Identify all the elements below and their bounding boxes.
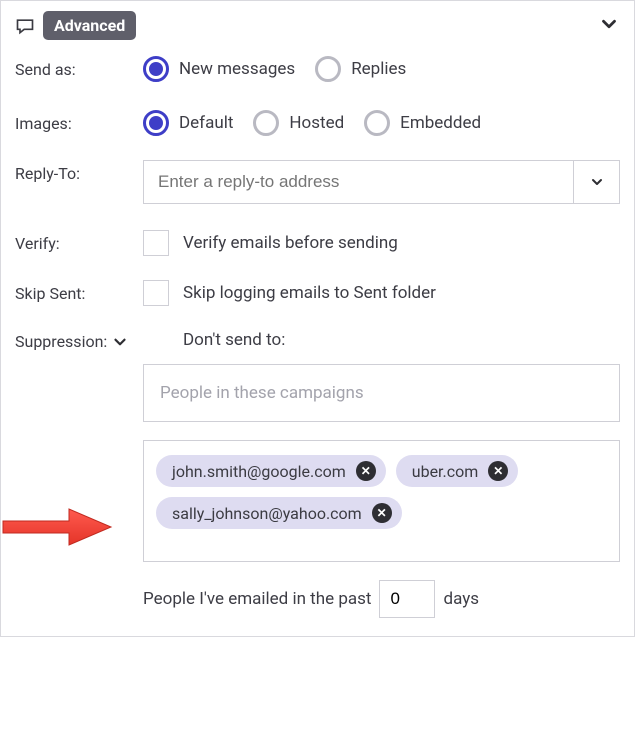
verify-checkbox[interactable] — [143, 230, 169, 256]
annotation-arrow — [0, 503, 115, 555]
radio-label: Default — [179, 113, 233, 133]
images-option-1[interactable]: Hosted — [253, 110, 344, 136]
reply-to-input[interactable] — [143, 160, 574, 204]
send-as-option-1[interactable]: Replies — [315, 56, 406, 82]
radio-label: New messages — [179, 59, 295, 79]
panel-title-badge: Advanced — [43, 11, 136, 40]
reply-to-label: Reply-To: — [15, 160, 143, 183]
suppression-label: Suppression: — [15, 330, 143, 351]
radio-icon — [143, 56, 169, 82]
skip-sent-checkbox[interactable] — [143, 280, 169, 306]
panel-header: Advanced — [15, 11, 620, 40]
suppression-campaigns-placeholder: People in these campaigns — [160, 383, 364, 403]
suppression-days-suffix: days — [443, 589, 479, 609]
send-as-option-0[interactable]: New messages — [143, 56, 295, 82]
radio-icon — [364, 110, 390, 136]
suppression-campaigns-input[interactable]: People in these campaigns — [143, 364, 620, 422]
suppression-intro: Don't send to: — [183, 330, 620, 350]
chip-text: john.smith@google.com — [172, 462, 346, 481]
suppression-chip: sally_johnson@yahoo.com ✕ — [156, 497, 402, 529]
suppression-days-prefix: People I've emailed in the past — [143, 589, 371, 609]
suppression-chip: uber.com ✕ — [396, 455, 519, 487]
images-option-2[interactable]: Embedded — [364, 110, 481, 136]
radio-label: Replies — [351, 59, 406, 79]
suppression-chip: john.smith@google.com ✕ — [156, 455, 386, 487]
chip-text: uber.com — [412, 462, 479, 481]
suppression-emails-input[interactable]: john.smith@google.com✕uber.com✕sally_joh… — [143, 440, 620, 562]
suppression-expand-icon[interactable] — [111, 333, 129, 351]
verify-text: Verify emails before sending — [183, 233, 398, 253]
send-as-radio-group: New messages Replies — [143, 56, 620, 82]
chip-text: sally_johnson@yahoo.com — [172, 504, 362, 523]
images-radio-group: Default Hosted Embedded — [143, 110, 620, 136]
radio-label: Embedded — [400, 113, 481, 133]
chip-remove-icon[interactable]: ✕ — [356, 461, 376, 481]
collapse-toggle[interactable] — [598, 13, 620, 39]
images-option-0[interactable]: Default — [143, 110, 233, 136]
radio-icon — [315, 56, 341, 82]
skip-sent-label: Skip Sent: — [15, 280, 143, 303]
suppression-days-input[interactable] — [379, 580, 435, 618]
reply-to-dropdown-toggle[interactable] — [574, 160, 620, 204]
skip-sent-text: Skip logging emails to Sent folder — [183, 283, 436, 303]
radio-label: Hosted — [289, 113, 344, 133]
advanced-panel: Advanced Send as: New messages Replies Im… — [0, 0, 635, 637]
images-label: Images: — [15, 110, 143, 133]
verify-label: Verify: — [15, 230, 143, 253]
comment-icon — [15, 16, 35, 36]
send-as-label: Send as: — [15, 56, 143, 79]
chip-remove-icon[interactable]: ✕ — [372, 503, 392, 523]
radio-icon — [253, 110, 279, 136]
radio-icon — [143, 110, 169, 136]
chip-remove-icon[interactable]: ✕ — [488, 461, 508, 481]
